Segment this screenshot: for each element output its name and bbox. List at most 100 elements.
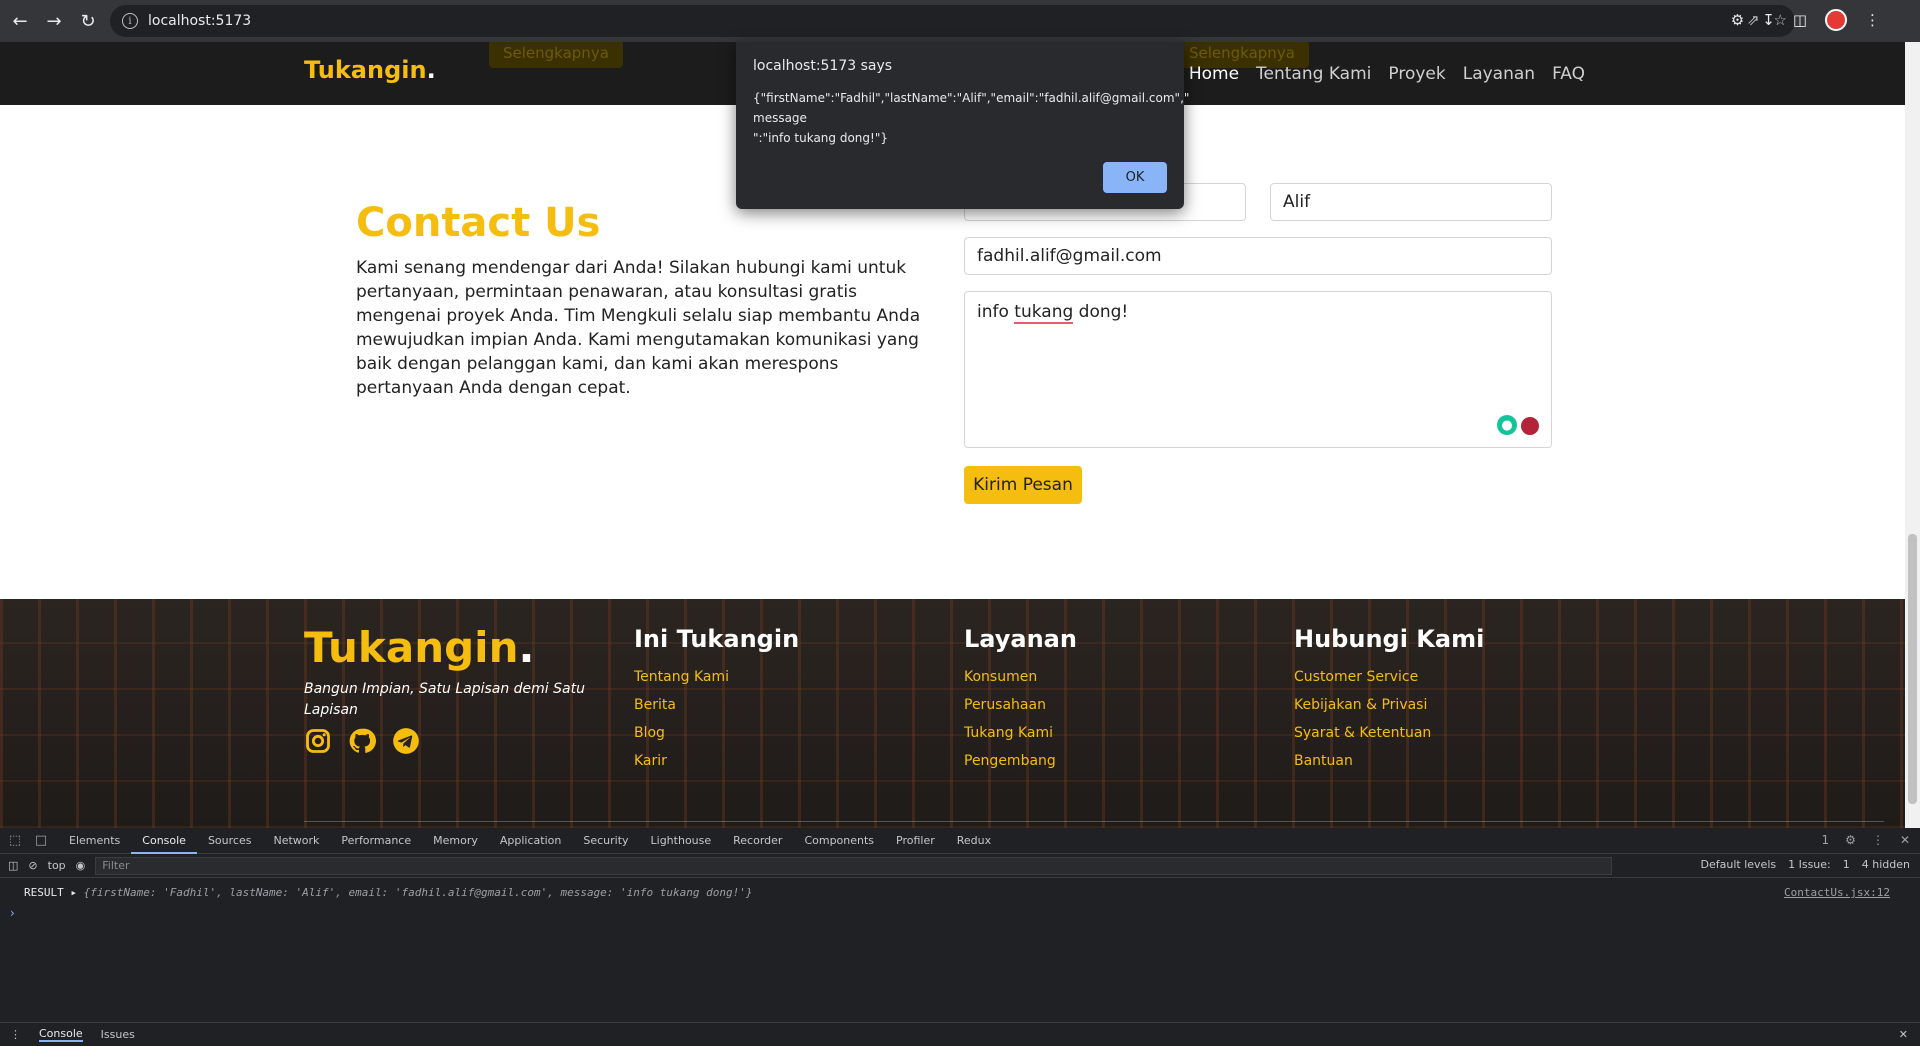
- tab-components[interactable]: Components: [793, 828, 885, 854]
- drawer-menu-icon[interactable]: ⋮: [10, 1028, 21, 1041]
- scrollbar-thumb[interactable]: [1908, 534, 1917, 804]
- nav-layanan[interactable]: Layanan: [1463, 64, 1535, 84]
- drawer-close-icon[interactable]: ✕: [1899, 1028, 1908, 1041]
- last-name-field[interactable]: Alif: [1270, 183, 1552, 221]
- dialog-message-line: ":"info tukang dong!"}: [753, 131, 888, 145]
- issue-badge[interactable]: 1: [1843, 858, 1850, 871]
- nav-proyek[interactable]: Proyek: [1388, 64, 1445, 84]
- nav-home[interactable]: Home: [1189, 64, 1239, 84]
- address-bar[interactable]: i localhost:5173 ⇗ ☆: [110, 5, 1795, 37]
- footer-link[interactable]: Tentang Kami: [634, 669, 799, 685]
- menu-icon[interactable]: ⋮: [1865, 11, 1880, 29]
- settings-icon[interactable]: ⚙: [1845, 833, 1856, 847]
- footer-link[interactable]: Bantuan: [1294, 753, 1484, 769]
- close-icon[interactable]: ✕: [1900, 833, 1910, 847]
- social-links: [304, 727, 420, 755]
- tab-network[interactable]: Network: [262, 828, 330, 854]
- tab-lighthouse[interactable]: Lighthouse: [640, 828, 723, 854]
- footer-link[interactable]: Pengembang: [964, 753, 1077, 769]
- forward-icon[interactable]: →: [40, 7, 68, 35]
- footer-tagline: Bangun Impian, Satu Lapisan demi Satu La…: [304, 681, 585, 718]
- footer-col-hubungi-kami: Hubungi Kami Customer Service Kebijakan …: [1294, 625, 1484, 781]
- alert-dialog: localhost:5173 says {"firstName":"Fadhil…: [736, 42, 1190, 209]
- email-field[interactable]: fadhil.alif@gmail.com: [964, 237, 1552, 275]
- footer-col-title: Layanan: [964, 625, 1077, 653]
- nav-tentang-kami[interactable]: Tentang Kami: [1256, 64, 1371, 84]
- footer-link[interactable]: Syarat & Ketentuan: [1294, 725, 1484, 741]
- footer: Tukangin. Bangun Impian, Satu Lapisan de…: [0, 599, 1905, 828]
- device-toggle-icon[interactable]: □: [32, 833, 50, 848]
- tab-console[interactable]: Console: [131, 828, 197, 854]
- console-toolbar: ◫ ⊘ top ◉ Filter: [0, 854, 1920, 878]
- devtools-tabbar: ⬚ □ Elements Console Sources Network Per…: [0, 828, 1920, 854]
- dialog-ok-button[interactable]: OK: [1103, 162, 1167, 193]
- eye-icon[interactable]: ◉: [76, 859, 86, 872]
- download-icon[interactable]: ↧: [1762, 11, 1775, 29]
- reload-icon[interactable]: ↻: [74, 7, 102, 35]
- tab-profiler[interactable]: Profiler: [885, 828, 946, 854]
- extension-badge-icon[interactable]: [1519, 415, 1541, 437]
- footer-col-ini-tukangin: Ini Tukangin Tentang Kami Berita Blog Ka…: [634, 625, 799, 781]
- submit-button[interactable]: Kirim Pesan: [964, 466, 1082, 504]
- console-log-line: RESULT ▸ {firstName: 'Fadhil', lastName:…: [24, 886, 1890, 899]
- github-icon[interactable]: [348, 727, 376, 755]
- hidden-count: 4 hidden: [1861, 858, 1910, 871]
- footer-col-title: Ini Tukangin: [634, 625, 800, 653]
- issues-badge[interactable]: 1: [1822, 833, 1830, 847]
- nav-faq[interactable]: FAQ: [1552, 64, 1585, 84]
- grammar-extension[interactable]: ●: [1497, 415, 1541, 437]
- devtools-panel: ⬚ □ Elements Console Sources Network Per…: [0, 828, 1920, 1046]
- back-icon[interactable]: ←: [6, 7, 34, 35]
- instagram-icon[interactable]: [304, 727, 332, 755]
- console-prompt[interactable]: ›: [10, 906, 15, 920]
- footer-link[interactable]: Kebijakan & Privasi: [1294, 697, 1484, 713]
- more-icon[interactable]: ⋮: [1872, 833, 1884, 847]
- tab-application[interactable]: Application: [489, 828, 572, 854]
- footer-link[interactable]: Konsumen: [964, 669, 1077, 685]
- grammarly-icon[interactable]: ●: [1497, 415, 1517, 435]
- profile-avatar[interactable]: [1825, 9, 1847, 31]
- footer-link[interactable]: Karir: [634, 753, 799, 769]
- tab-recorder[interactable]: Recorder: [722, 828, 793, 854]
- footer-divider: [304, 821, 1884, 822]
- message-textarea[interactable]: info tukang dong! ●: [964, 291, 1552, 448]
- dialog-message: {"firstName":"Fadhil","lastName":"Alif",…: [753, 88, 1190, 148]
- issue-count[interactable]: 1 Issue:: [1788, 858, 1831, 871]
- footer-col-title: Hubungi Kami: [1294, 625, 1485, 653]
- footer-link[interactable]: Customer Service: [1294, 669, 1484, 685]
- tab-security[interactable]: Security: [572, 828, 639, 854]
- tab-memory[interactable]: Memory: [422, 828, 489, 854]
- nav-links: Home Tentang Kami Proyek Layanan FAQ: [1189, 64, 1585, 84]
- drawer-tab-issues[interactable]: Issues: [101, 1028, 135, 1041]
- ghost-button-left[interactable]: Selengkapnya: [489, 42, 623, 68]
- drawer-tab-console[interactable]: Console: [39, 1027, 83, 1042]
- dialog-message-line: {"firstName":"Fadhil","lastName":"Alif",…: [753, 91, 1190, 105]
- context-select[interactable]: top: [48, 859, 66, 872]
- clear-console-icon[interactable]: ⊘: [28, 859, 37, 872]
- drawer-tabbar: ⋮ Console Issues ✕: [0, 1022, 1920, 1046]
- footer-link[interactable]: Blog: [634, 725, 799, 741]
- brand-logo[interactable]: Tukangin.: [304, 56, 436, 84]
- extensions-icon[interactable]: ⚙: [1731, 11, 1744, 29]
- page-scrollbar[interactable]: [1905, 42, 1920, 828]
- sidebar-toggle-icon[interactable]: ◫: [8, 859, 18, 872]
- footer-brand: Tukangin.: [304, 623, 535, 672]
- tab-elements[interactable]: Elements: [58, 828, 131, 854]
- tab-performance[interactable]: Performance: [330, 828, 422, 854]
- tab-sources[interactable]: Sources: [197, 828, 263, 854]
- console-object[interactable]: {firstName: 'Fadhil', lastName: 'Alif', …: [84, 886, 753, 899]
- contact-description: Kami senang mendengar dari Anda! Silakan…: [356, 258, 921, 398]
- telegram-icon[interactable]: [392, 727, 420, 755]
- levels-select[interactable]: Default levels: [1701, 858, 1777, 871]
- site-info-icon[interactable]: i: [122, 13, 138, 29]
- filter-input[interactable]: Filter: [95, 856, 1613, 875]
- browser-toolbar: ← → ↻ i localhost:5173 ⇗ ☆ ⚙ ↧ ◫ ⋮: [0, 0, 1920, 42]
- side-panel-icon[interactable]: ◫: [1793, 11, 1807, 29]
- footer-link[interactable]: Perusahaan: [964, 697, 1077, 713]
- tab-redux[interactable]: Redux: [946, 828, 1002, 854]
- console-prefix: RESULT: [24, 886, 64, 899]
- footer-link[interactable]: Berita: [634, 697, 799, 713]
- inspect-icon[interactable]: ⬚: [6, 833, 24, 848]
- footer-link[interactable]: Tukang Kami: [964, 725, 1077, 741]
- console-source-link[interactable]: ContactUs.jsx:12: [1784, 886, 1890, 899]
